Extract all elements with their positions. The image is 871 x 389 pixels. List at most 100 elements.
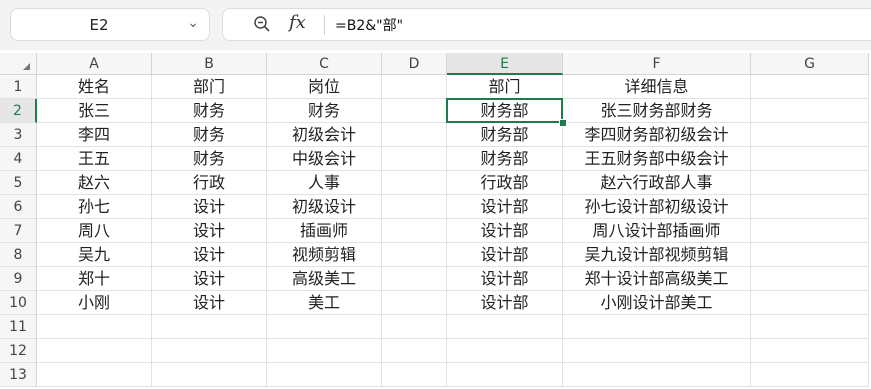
cell-b1[interactable]: 部门 (152, 75, 267, 99)
formula-input[interactable]: fx =B2&"部" (222, 8, 871, 41)
cell-b12[interactable] (152, 339, 267, 363)
cell-b5[interactable]: 行政 (152, 171, 267, 195)
cell-b6[interactable]: 设计 (152, 195, 267, 219)
column-header-a[interactable]: A (37, 53, 152, 75)
row-header-11[interactable]: 11 (0, 315, 37, 339)
cell-b7[interactable]: 设计 (152, 219, 267, 243)
cell-g11[interactable] (751, 315, 869, 339)
cell-f8[interactable]: 吴九设计部视频剪辑 (563, 243, 751, 267)
cell-g10[interactable] (751, 291, 869, 315)
row-header-6[interactable]: 6 (0, 195, 37, 219)
cell-d7[interactable] (382, 219, 447, 243)
column-header-e[interactable]: E (447, 53, 563, 75)
formula-text[interactable]: =B2&"部" (335, 15, 403, 35)
column-header-f[interactable]: F (563, 53, 751, 75)
row-header-7[interactable]: 7 (0, 219, 37, 243)
cell-f2[interactable]: 张三财务部财务 (563, 99, 751, 123)
row-header-8[interactable]: 8 (0, 243, 37, 267)
cell-c11[interactable] (267, 315, 382, 339)
cell-a1[interactable]: 姓名 (37, 75, 152, 99)
cell-d9[interactable] (382, 267, 447, 291)
cell-b11[interactable] (152, 315, 267, 339)
cell-e12[interactable] (447, 339, 563, 363)
column-header-g[interactable]: G (751, 53, 869, 75)
cell-e10[interactable]: 设计部 (447, 291, 563, 315)
cell-e8[interactable]: 设计部 (447, 243, 563, 267)
cell-f9[interactable]: 郑十设计部高级美工 (563, 267, 751, 291)
name-box[interactable]: E2 ⌄ (10, 8, 210, 41)
cell-d10[interactable] (382, 291, 447, 315)
cell-g8[interactable] (751, 243, 869, 267)
row-header-4[interactable]: 4 (0, 147, 37, 171)
cell-e3[interactable]: 财务部 (447, 123, 563, 147)
column-header-c[interactable]: C (267, 53, 382, 75)
cell-b10[interactable]: 设计 (152, 291, 267, 315)
cell-g12[interactable] (751, 339, 869, 363)
cell-a10[interactable]: 小刚 (37, 291, 152, 315)
cell-d4[interactable] (382, 147, 447, 171)
zoom-formula-icon[interactable] (253, 15, 271, 33)
cell-e1[interactable]: 部门 (447, 75, 563, 99)
row-header-13[interactable]: 13 (0, 363, 37, 387)
fill-handle[interactable] (559, 119, 567, 127)
cell-g4[interactable] (751, 147, 869, 171)
column-header-b[interactable]: B (152, 53, 267, 75)
row-header-9[interactable]: 9 (0, 267, 37, 291)
cell-a2[interactable]: 张三 (37, 99, 152, 123)
cell-f7[interactable]: 周八设计部插画师 (563, 219, 751, 243)
cell-a11[interactable] (37, 315, 152, 339)
cell-a12[interactable] (37, 339, 152, 363)
cell-g6[interactable] (751, 195, 869, 219)
cell-d6[interactable] (382, 195, 447, 219)
cell-c1[interactable]: 岗位 (267, 75, 382, 99)
cell-g5[interactable] (751, 171, 869, 195)
cell-g13[interactable] (751, 363, 869, 387)
cell-c5[interactable]: 人事 (267, 171, 382, 195)
cell-e4[interactable]: 财务部 (447, 147, 563, 171)
cell-e11[interactable] (447, 315, 563, 339)
cell-d5[interactable] (382, 171, 447, 195)
cell-d8[interactable] (382, 243, 447, 267)
cell-f4[interactable]: 王五财务部中级会计 (563, 147, 751, 171)
cell-a7[interactable]: 周八 (37, 219, 152, 243)
cell-g2[interactable] (751, 99, 869, 123)
cell-b9[interactable]: 设计 (152, 267, 267, 291)
cell-d12[interactable] (382, 339, 447, 363)
cell-b13[interactable] (152, 363, 267, 387)
cell-f3[interactable]: 李四财务部初级会计 (563, 123, 751, 147)
cell-f5[interactable]: 赵六行政部人事 (563, 171, 751, 195)
cell-d11[interactable] (382, 315, 447, 339)
cell-c2[interactable]: 财务 (267, 99, 382, 123)
cell-c13[interactable] (267, 363, 382, 387)
row-header-3[interactable]: 3 (0, 123, 37, 147)
row-header-10[interactable]: 10 (0, 291, 37, 315)
cell-c10[interactable]: 美工 (267, 291, 382, 315)
row-header-1[interactable]: 1 (0, 75, 37, 99)
cell-f12[interactable] (563, 339, 751, 363)
cell-a3[interactable]: 李四 (37, 123, 152, 147)
cell-e2[interactable]: 财务部 (447, 99, 563, 123)
cell-e6[interactable]: 设计部 (447, 195, 563, 219)
cell-b4[interactable]: 财务 (152, 147, 267, 171)
cell-a5[interactable]: 赵六 (37, 171, 152, 195)
cell-f10[interactable]: 小刚设计部美工 (563, 291, 751, 315)
select-all-corner[interactable] (0, 53, 37, 75)
cell-a6[interactable]: 孙七 (37, 195, 152, 219)
cell-f11[interactable] (563, 315, 751, 339)
cell-g7[interactable] (751, 219, 869, 243)
cell-b3[interactable]: 财务 (152, 123, 267, 147)
cell-d1[interactable] (382, 75, 447, 99)
cell-d3[interactable] (382, 123, 447, 147)
cell-a9[interactable]: 郑十 (37, 267, 152, 291)
cell-f6[interactable]: 孙七设计部初级设计 (563, 195, 751, 219)
column-header-d[interactable]: D (382, 53, 447, 75)
cell-a13[interactable] (37, 363, 152, 387)
cell-a8[interactable]: 吴九 (37, 243, 152, 267)
cell-d13[interactable] (382, 363, 447, 387)
cell-b8[interactable]: 设计 (152, 243, 267, 267)
cell-e5[interactable]: 行政部 (447, 171, 563, 195)
cell-c9[interactable]: 高级美工 (267, 267, 382, 291)
cell-e13[interactable] (447, 363, 563, 387)
cell-f1[interactable]: 详细信息 (563, 75, 751, 99)
cell-e9[interactable]: 设计部 (447, 267, 563, 291)
